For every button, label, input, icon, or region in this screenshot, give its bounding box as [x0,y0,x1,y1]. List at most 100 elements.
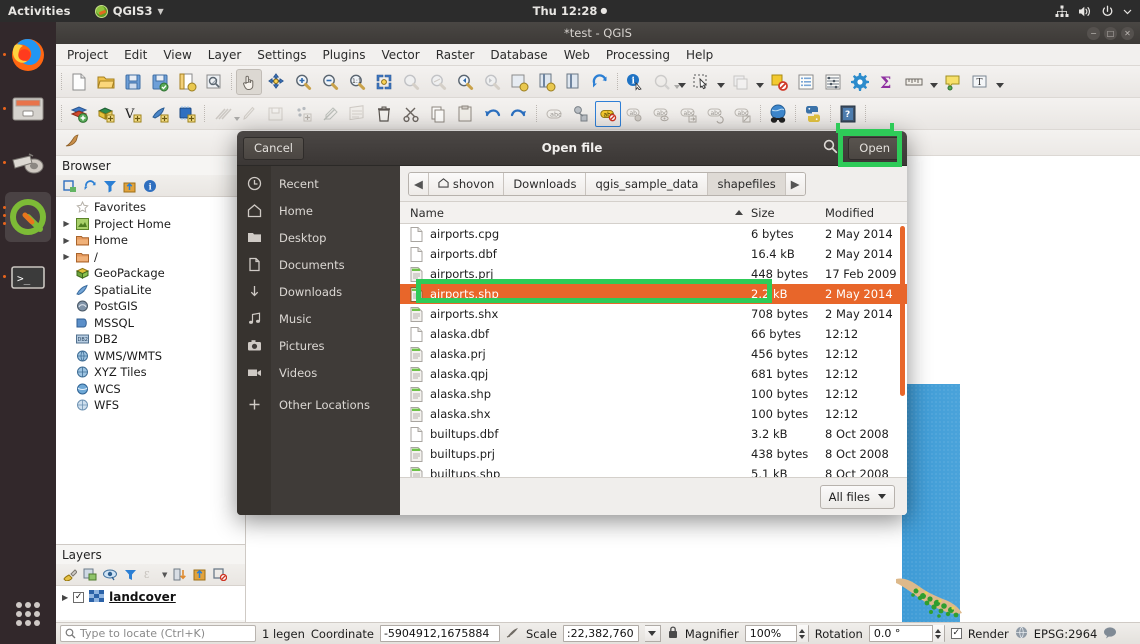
layer-item-landcover[interactable]: ▶ ✓ landcover [56,588,245,606]
zoom-native-icon[interactable]: 1:1 [344,69,370,95]
browser-item-home[interactable]: ▶ Home [56,232,245,249]
status-bar[interactable]: Type to locate (Ctrl+K) 1 legen Coordina… [56,622,1140,644]
search-icon[interactable] [817,139,844,157]
new-map-view2-icon[interactable] [560,69,586,95]
add-vector-layer-icon[interactable] [66,101,92,127]
zoom-full-icon[interactable] [371,69,397,95]
dock-item-qgis[interactable] [0,190,56,244]
menu-web[interactable]: Web [557,46,597,64]
dock-item-terminal[interactable]: >_ [0,250,56,304]
app-menu-button[interactable]: QGIS3 ▼ [94,4,164,18]
layers-tree[interactable]: ▶ ✓ landcover [56,586,245,620]
options-icon[interactable] [847,69,873,95]
measure-icon[interactable] [901,69,927,95]
place-downloads[interactable]: Downloads [250,278,400,305]
select-features-icon[interactable] [688,69,714,95]
refresh-icon[interactable] [587,69,613,95]
browser-item-geopackage[interactable]: GeoPackage [56,265,245,282]
place-desktop[interactable]: Desktop [247,224,400,251]
menu-edit[interactable]: Edit [117,46,154,64]
add-layer-icon[interactable] [63,179,77,193]
power-icon[interactable] [1101,5,1114,18]
file-row[interactable]: alaska.shp 100 bytes 12:12 [400,384,907,404]
file-row[interactable]: alaska.qpj 681 bytes 12:12 [400,364,907,384]
filter-legend-icon[interactable] [124,568,137,581]
identify-features-icon[interactable]: i [622,69,648,95]
show-hide-labels-icon[interactable]: abc [649,101,675,127]
menu-plugins[interactable]: Plugins [315,46,372,64]
browser-panel-toolbar[interactable]: i [56,175,245,197]
breadcrumb-shovon[interactable]: shovon [428,172,505,195]
file-browser[interactable]: ◀ shovon Downloads qgis_sample_data shap… [400,166,907,515]
move-label-icon[interactable]: abc [676,101,702,127]
file-row[interactable]: alaska.shx 100 bytes 12:12 [400,404,907,424]
open-file-dialog[interactable]: Cancel Open file Open Recent Home Deskto… [237,131,907,515]
refresh-icon[interactable] [83,179,97,193]
layers-panel-toolbar[interactable]: Ɛ ▼ [56,564,245,586]
places-list[interactable]: Recent Home Desktop Documents Downloads … [247,166,400,515]
copy-features-icon[interactable] [425,101,451,127]
show-applications-button[interactable] [0,590,56,638]
place-other-locations[interactable]: Other Locations [249,391,400,418]
menu-settings[interactable]: Settings [250,46,313,64]
place-recent[interactable]: Recent [247,170,400,197]
file-row[interactable]: airports.prj 448 bytes 17 Feb 2009 [400,264,907,284]
menu-layer[interactable]: Layer [201,46,248,64]
browser-item-root[interactable]: ▶ / [56,249,245,266]
open-project-icon[interactable] [93,69,119,95]
browser-item-mssql[interactable]: MSSQL [56,315,245,332]
pin-labels-icon[interactable]: ab [622,101,648,127]
sum-icon[interactable]: Σ [874,69,900,95]
browser-item-postgis[interactable]: PostGIS [56,298,245,315]
render-checkbox[interactable]: ✓ [950,628,962,639]
close-button[interactable]: ✕ [1121,26,1134,40]
locator-input[interactable]: Type to locate (Ctrl+K) [60,625,256,642]
expander-icon[interactable]: ▶ [62,252,71,261]
zoom-in-icon[interactable] [290,69,316,95]
new-3d-map-view-icon[interactable] [533,69,559,95]
python-console-icon[interactable] [800,101,826,127]
cancel-button[interactable]: Cancel [243,136,304,160]
file-list-scrollbar[interactable] [900,226,905,396]
places-sidebar[interactable]: Recent Home Desktop Documents Downloads … [237,166,400,515]
zoom-to-layer-icon[interactable] [425,69,451,95]
rotate-label-icon[interactable]: abc [703,101,729,127]
coordinate-input[interactable]: -5904912,1675884 [379,625,500,642]
pan-to-selection-icon[interactable] [263,69,289,95]
browser-item-wfs[interactable]: WFS [56,397,245,414]
place-pictures[interactable]: Pictures [247,332,400,359]
path-breadcrumb-bar[interactable]: ◀ shovon Downloads qgis_sample_data shap… [400,166,907,202]
expand-all-icon[interactable] [173,568,187,581]
chevron-down-icon[interactable] [1123,7,1132,16]
breadcrumb-qgis-sample-data[interactable]: qgis_sample_data [586,172,709,195]
volume-icon[interactable] [1078,5,1092,18]
save-project-icon[interactable] [120,69,146,95]
properties-icon[interactable]: i [143,179,157,193]
file-row[interactable]: builtups.shp 5.1 kB 8 Oct 2008 [400,464,907,477]
menu-vector[interactable]: Vector [374,46,426,64]
file-row[interactable]: alaska.prj 456 bytes 12:12 [400,344,907,364]
crs-label[interactable]: EPSG:2964 [1034,627,1098,641]
file-row[interactable]: airports.cpg 6 bytes 2 May 2014 [400,224,907,244]
data-source-toolbar[interactable]: V abc abc ab abc abc abc abc ? [56,98,1140,130]
zoom-last-icon[interactable] [452,69,478,95]
file-row[interactable]: builtups.prj 438 bytes 8 Oct 2008 [400,444,907,464]
menu-project[interactable]: Project [60,46,115,64]
dock-item-software[interactable] [0,136,56,190]
label-icon[interactable]: abc [541,101,567,127]
browser-item-wcs[interactable]: WCS [56,381,245,398]
statistical-summary-icon[interactable] [820,69,846,95]
window-buttons[interactable]: − □ ✕ [1087,26,1134,40]
menu-view[interactable]: View [156,46,198,64]
toggle-editing-icon[interactable] [236,101,262,127]
browser-tree[interactable]: Favorites ▶ Project Home ▶ Home ▶ / GeoPack… [56,197,245,544]
menu-help[interactable]: Help [679,46,720,64]
deselect-all-icon[interactable] [766,69,792,95]
browser-item-xyz[interactable]: XYZ Tiles [56,364,245,381]
minimize-button[interactable]: − [1087,26,1100,40]
clock[interactable]: Thu 12:28 ● [0,4,1140,18]
current-edits-icon[interactable] [209,101,240,127]
place-documents[interactable]: Documents [248,251,400,278]
open-button[interactable]: Open [848,136,901,160]
new-print-layout-icon[interactable] [174,69,200,95]
